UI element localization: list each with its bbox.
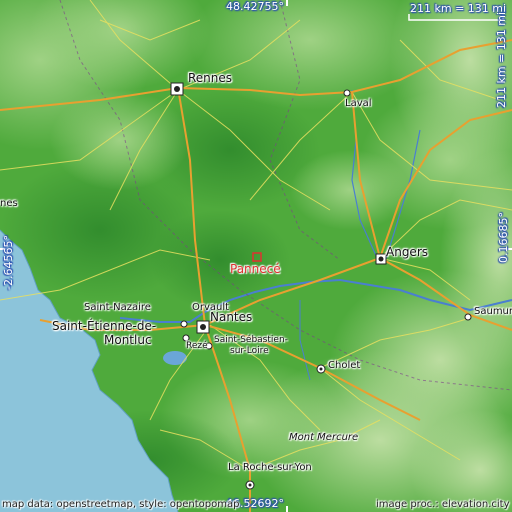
city-label-cholet[interactable]: Cholet [328, 360, 360, 371]
nantes-marker-icon [196, 320, 210, 334]
coord-left-label: -2.64565° [2, 235, 15, 290]
coord-right-label: 0.16685° [497, 212, 510, 263]
terrain-map[interactable]: Pannecé Rennes Laval nes Angers Saint-Na… [0, 0, 512, 512]
saumur-marker-icon [464, 313, 472, 321]
city-label-sur-loire[interactable]: sur-Loire [230, 346, 269, 356]
bottom-tick [286, 506, 288, 512]
city-label-saint-nazaire[interactable]: Saint-Nazaire [84, 302, 151, 313]
top-tick [286, 0, 288, 6]
city-label-saint-sebastien[interactable]: Saint-Sébastien- [214, 335, 288, 345]
city-label-montluc[interactable]: Montluc [104, 334, 152, 347]
highlight-city-label[interactable]: Pannecé [230, 262, 281, 276]
scale-bar-icon [408, 14, 504, 21]
orvault-marker-icon [180, 320, 188, 328]
rennes-marker-icon [170, 82, 184, 96]
city-label-saint-etienne[interactable]: Saint-Étienne-de- [52, 320, 156, 333]
city-label-la-roche-sur-yon[interactable]: La Roche-sur-Yon [228, 462, 312, 473]
map-credit-label: map data: openstreetmap, style: opentopo… [2, 499, 240, 510]
city-label-angers[interactable]: Angers [386, 246, 428, 259]
scale-label-vertical: 211 km = 131 mi [495, 11, 508, 108]
city-label-nantes[interactable]: Nantes [210, 311, 252, 324]
city-label-reze[interactable]: Rezé [186, 341, 208, 351]
coord-top-label: 48.42755° [226, 0, 284, 13]
pannece-location-marker-icon[interactable] [252, 252, 262, 262]
cholet-marker-icon [316, 364, 326, 374]
city-label-mont-mercure[interactable]: Mont Mercure [289, 432, 358, 443]
city-label-nes[interactable]: nes [0, 198, 18, 209]
image-credit-label: image proc.: elevation.city [376, 499, 510, 510]
laval-marker-icon [343, 89, 351, 97]
city-label-laval[interactable]: Laval [345, 98, 372, 109]
city-label-saumur[interactable]: Saumur [474, 306, 512, 317]
city-label-rennes[interactable]: Rennes [188, 72, 232, 85]
la-roche-marker-icon [245, 480, 255, 490]
